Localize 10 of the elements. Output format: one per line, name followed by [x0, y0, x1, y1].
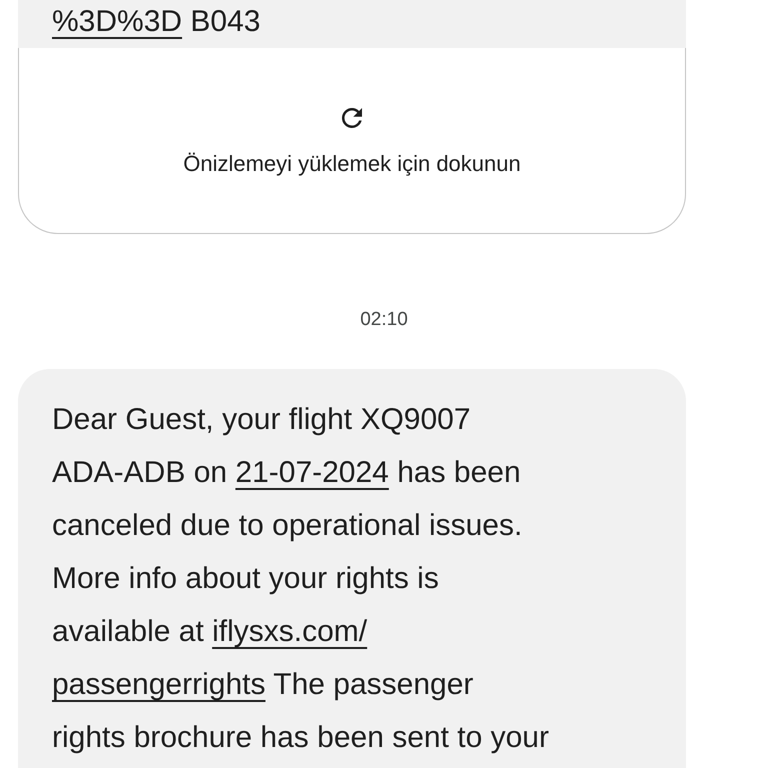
link[interactable]: 21-07-2024: [235, 456, 389, 488]
link[interactable]: passengerrights: [52, 668, 266, 700]
preview-header[interactable]: %3D%3D B043: [18, 0, 686, 48]
preview-card[interactable]: Önizlemeyi yüklemek için dokunun: [18, 48, 686, 234]
timestamp: 02:10: [360, 308, 408, 332]
link[interactable]: %3D%3D: [52, 5, 182, 38]
message-text: Dear Guest, your flight XQ9007 ADA-ADB on 21-07-2024 has been canceled due to operational issues. More info about your rights is available at iflysxs.com/ passengerrights The passenger rights brochure has been sent to your: [52, 402, 550, 756]
preview-caption: Önizlemeyi yüklemek için dokunun: [183, 150, 521, 178]
link[interactable]: iflysxs.com/: [212, 614, 368, 648]
link-url: %3D%3D B043: [52, 4, 260, 40]
